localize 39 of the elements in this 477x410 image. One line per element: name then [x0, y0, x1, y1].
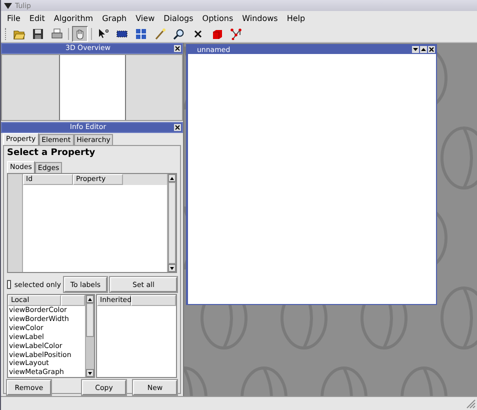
scroll-up-icon[interactable] [170, 176, 174, 180]
menu-item[interactable]: Dialogs [164, 14, 194, 22]
menu-item[interactable]: Options [202, 14, 234, 22]
delete-icon [192, 28, 204, 40]
scroll-up-icon[interactable] [88, 298, 92, 300]
graph-icon [230, 28, 242, 40]
rect-icon [116, 28, 128, 40]
resize-grip-icon[interactable] [466, 399, 476, 409]
graph-button[interactable] [228, 26, 244, 42]
hand-icon [74, 28, 86, 40]
print-button[interactable] [49, 26, 65, 42]
hand-button[interactable] [72, 26, 88, 42]
menu-item[interactable]: Windows [242, 14, 278, 22]
close-icon[interactable] [174, 124, 181, 131]
menu-item[interactable]: Edit [29, 14, 45, 22]
grid-icon [135, 28, 147, 40]
close-icon[interactable] [428, 46, 435, 53]
close-icon[interactable] [174, 45, 181, 52]
menu-item[interactable]: File [7, 14, 20, 22]
maximize-icon[interactable] [420, 46, 427, 53]
wand-icon [154, 28, 166, 40]
scrollbar[interactable] [85, 295, 94, 377]
overview-canvas [58, 55, 126, 120]
print-icon [51, 28, 63, 40]
scroll-down-icon[interactable] [88, 372, 92, 374]
zoom-icon [173, 28, 185, 40]
scroll-down-icon[interactable] [170, 266, 174, 270]
cube-icon [211, 28, 223, 40]
menu-item[interactable]: Graph [102, 14, 127, 22]
window-menu-icon[interactable] [4, 2, 12, 8]
scrollbar[interactable] [167, 174, 176, 272]
open-icon [13, 28, 25, 40]
minimize-icon[interactable] [412, 46, 419, 53]
menu-item[interactable]: Algorithm [54, 14, 94, 22]
menu-item[interactable]: View [136, 14, 155, 22]
menu-item[interactable]: Help [286, 14, 306, 22]
save-icon [32, 28, 44, 40]
pointer-icon [97, 28, 109, 40]
section-heading: Select a Property [7, 148, 96, 159]
